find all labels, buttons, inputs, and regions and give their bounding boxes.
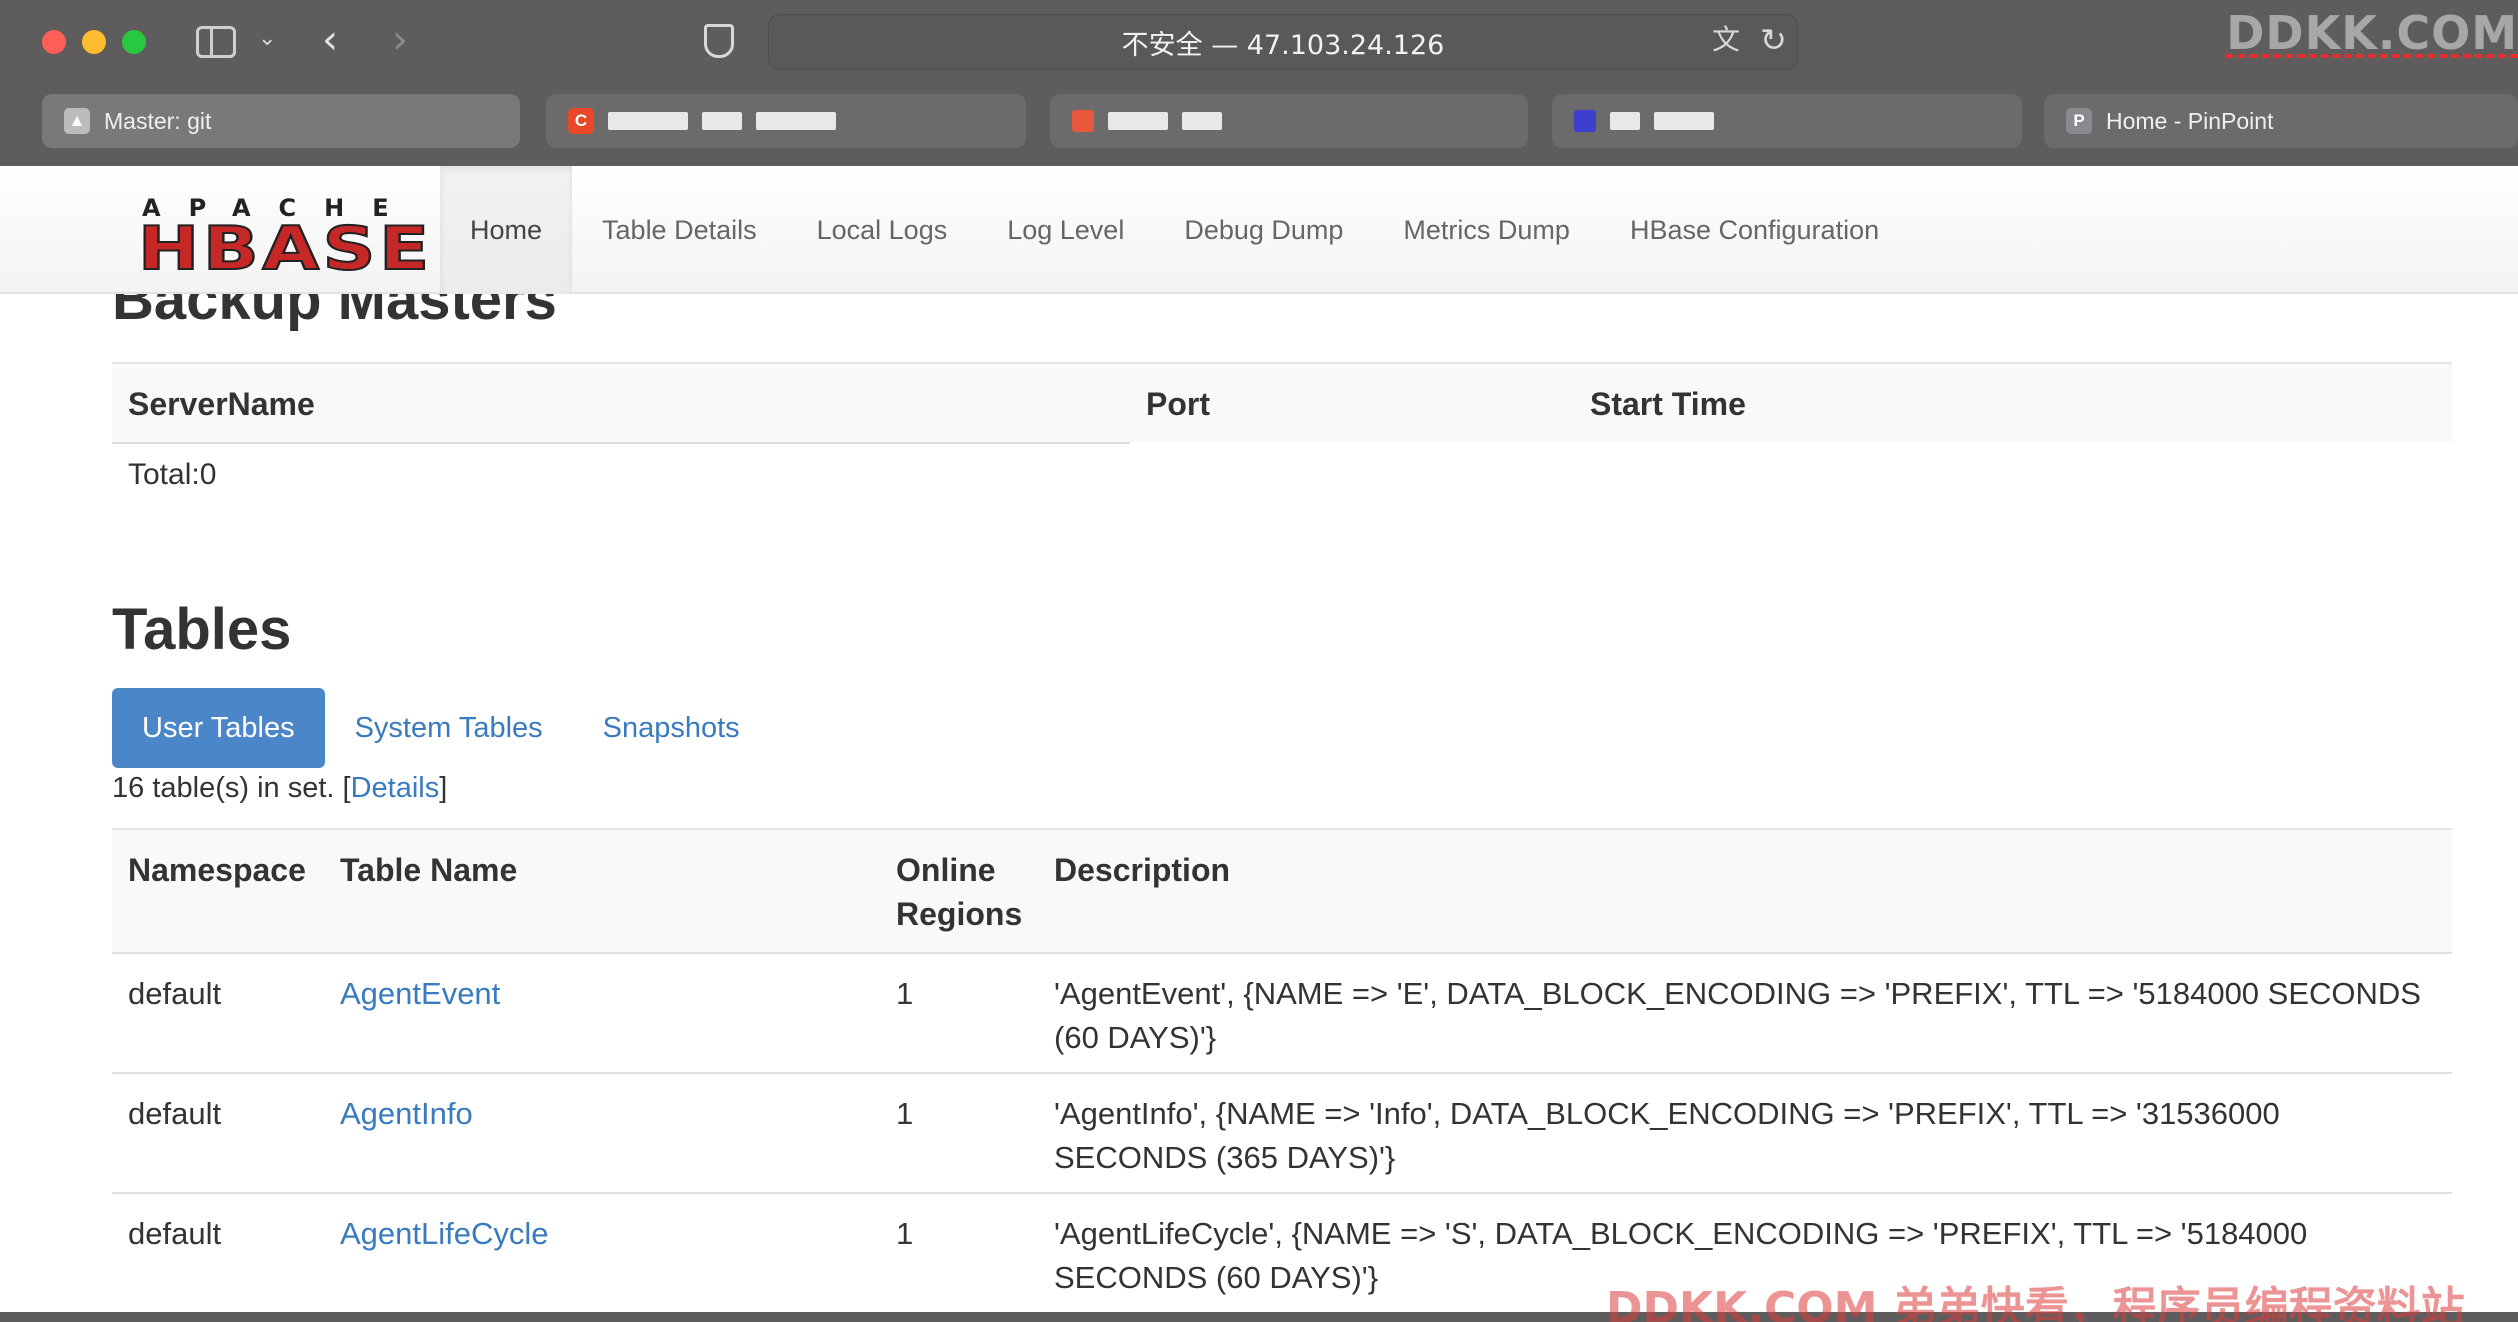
nav-log-level[interactable]: Log Level	[977, 166, 1154, 294]
pinpoint-favicon-icon: P	[2066, 108, 2092, 134]
cell-namespace: default	[112, 1073, 324, 1194]
back-arrow-icon[interactable]: ‹	[322, 20, 338, 60]
cell-namespace: default	[112, 1193, 324, 1304]
browser-tab-3[interactable]	[1050, 94, 1528, 148]
watermark-top: DDKK.COM	[2226, 6, 2518, 60]
cell-namespace: default	[112, 953, 324, 1074]
square-icon	[1574, 110, 1596, 132]
cell-description: 'AgentEvent', {NAME => 'E', DATA_BLOCK_E…	[1038, 953, 2452, 1074]
browser-tab-pinpoint[interactable]: P Home - PinPoint	[2044, 94, 2518, 148]
blurred-text	[1610, 112, 1640, 130]
blurred-text	[1654, 112, 1714, 130]
address-bar[interactable]: 不安全 — 47.103.24.126	[768, 14, 1798, 70]
nav-local-logs[interactable]: Local Logs	[787, 166, 978, 294]
nav-hbase-configuration[interactable]: HBase Configuration	[1600, 166, 1909, 294]
hbase-logo[interactable]: APACHE HBASE	[137, 194, 431, 285]
col-port: Port	[1146, 385, 1210, 422]
sidebar-toggle-icon[interactable]	[196, 26, 236, 58]
privacy-shield-icon[interactable]	[704, 24, 734, 58]
tables-tabs: User Tables System Tables Snapshots	[112, 688, 770, 768]
user-tables-table: Namespace Table Name Online Regions Desc…	[112, 828, 2452, 1304]
hbase-navbar: APACHE HBASE Home Table Details Local Lo…	[0, 166, 2518, 294]
cell-regions: 1	[880, 1193, 1038, 1304]
col-online-regions: Online Regions	[880, 829, 1038, 953]
backup-masters-header: ServerName Port Start Time	[112, 362, 2452, 444]
browser-tab-4[interactable]	[1552, 94, 2022, 148]
reload-icon[interactable]: ↻	[1760, 24, 1787, 56]
backup-masters-total: Total:0	[128, 458, 217, 491]
table-row: default AgentInfo 1 'AgentInfo', {NAME =…	[112, 1073, 2452, 1194]
image-icon: ▲	[64, 108, 90, 134]
nav-home[interactable]: Home	[440, 166, 573, 294]
table-link-agentinfo[interactable]: AgentInfo	[324, 1073, 880, 1194]
main-content: Backup Masters ServerName Port Start Tim…	[112, 294, 2452, 1304]
forward-arrow-icon[interactable]: ›	[392, 20, 408, 60]
tab-label: Home - PinPoint	[2106, 107, 2274, 134]
col-table-name: Table Name	[340, 852, 518, 888]
cell-description: 'AgentInfo', {NAME => 'Info', DATA_BLOCK…	[1038, 1073, 2452, 1194]
cell-regions: 1	[880, 953, 1038, 1074]
col-servername: ServerName	[128, 385, 315, 422]
header-divider	[112, 442, 1130, 444]
col-namespace: Namespace	[128, 852, 306, 888]
browser-chrome: ⌄ ‹ › 不安全 — 47.103.24.126 文 ↻ DDKK.COM ▲…	[0, 0, 2518, 166]
chevron-down-icon[interactable]: ⌄	[258, 28, 276, 50]
col-start-time: Start Time	[1590, 385, 1746, 422]
browser-tab-bar: ▲ Master: git C P Home - PinPoint	[0, 92, 2518, 152]
backup-masters-heading: Backup Masters	[112, 294, 557, 332]
cell-regions: 1	[880, 1073, 1038, 1194]
backup-masters-table: ServerName Port Start Time Total:0	[112, 362, 2452, 491]
logo-hbase-text: HBASE	[137, 213, 433, 285]
blurred-text	[608, 112, 688, 130]
table-header-row: Namespace Table Name Online Regions Desc…	[112, 829, 2452, 953]
col-description: Description	[1054, 852, 1231, 888]
nav-debug-dump[interactable]: Debug Dump	[1154, 166, 1373, 294]
nav-links: Home Table Details Local Logs Log Level …	[440, 166, 1909, 294]
browser-tab-master[interactable]: ▲ Master: git	[42, 94, 520, 148]
blurred-text	[702, 112, 742, 130]
table-count: 16 table(s) in set. [Details]	[112, 772, 447, 805]
tables-heading: Tables	[112, 597, 292, 662]
blurred-text	[756, 112, 836, 130]
browser-tab-2[interactable]: C	[546, 94, 1026, 148]
table-link-agentlifecycle[interactable]: AgentLifeCycle	[324, 1193, 880, 1304]
watermark-bottom: DDKK.COM 弟弟快看，程序员编程资料站	[1606, 1283, 2465, 1322]
tab-label: Master: git	[104, 107, 212, 134]
blurred-text	[1108, 112, 1168, 130]
minimize-window-button[interactable]	[82, 30, 106, 54]
address-text: 不安全 — 47.103.24.126	[1121, 29, 1445, 61]
close-window-button[interactable]	[42, 30, 66, 54]
table-count-text: 16 table(s) in set. [	[112, 772, 351, 804]
tab-user-tables[interactable]: User Tables	[112, 688, 325, 768]
table-count-suffix: ]	[439, 772, 448, 804]
tab-system-tables[interactable]: System Tables	[325, 688, 573, 768]
details-link[interactable]: Details	[351, 772, 440, 804]
nav-table-details[interactable]: Table Details	[572, 166, 787, 294]
nav-metrics-dump[interactable]: Metrics Dump	[1373, 166, 1600, 294]
table-link-agentevent[interactable]: AgentEvent	[324, 953, 880, 1074]
translate-icon[interactable]: 文	[1712, 26, 1740, 54]
tab-snapshots[interactable]: Snapshots	[573, 688, 770, 768]
col-online-regions-label: Online Regions	[896, 852, 1023, 932]
c-icon: C	[568, 108, 594, 134]
table-row: default AgentEvent 1 'AgentEvent', {NAME…	[112, 953, 2452, 1074]
blurred-text	[1182, 112, 1222, 130]
square-icon	[1072, 110, 1094, 132]
zoom-window-button[interactable]	[122, 30, 146, 54]
